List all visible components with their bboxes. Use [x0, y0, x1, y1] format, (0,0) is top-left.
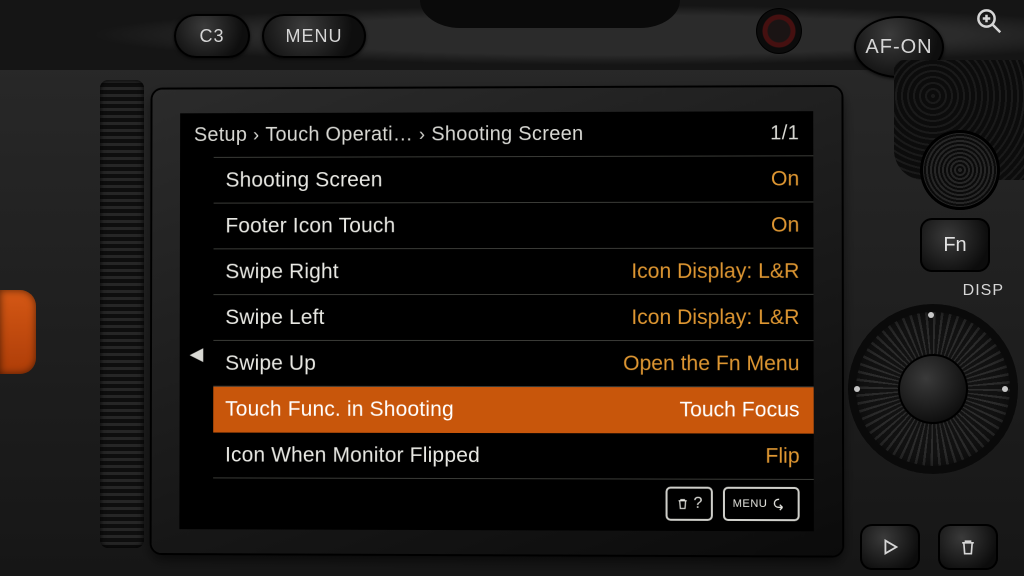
- trash-icon: [675, 496, 689, 512]
- breadcrumb-root[interactable]: Setup: [194, 124, 247, 147]
- playback-button[interactable]: [860, 524, 920, 570]
- chevron-right-icon: ›: [253, 124, 259, 145]
- menu-item-swipe-right[interactable]: Swipe Right Icon Display: L&R: [213, 249, 813, 295]
- c3-button[interactable]: C3: [174, 14, 250, 58]
- back-menu-label: MENU: [733, 498, 768, 510]
- lcd-bezel: Setup › Touch Operati… › Shooting Screen…: [152, 87, 843, 556]
- breadcrumb: Setup › Touch Operati… › Shooting Screen…: [180, 111, 813, 157]
- menu-item-label: Icon When Monitor Flipped: [225, 443, 480, 468]
- menu-item-label: Swipe Left: [225, 306, 324, 330]
- back-button[interactable]: MENU: [723, 487, 800, 521]
- menu-item-label: Touch Func. in Shooting: [225, 397, 454, 421]
- help-label: ?: [693, 495, 702, 513]
- lcd-screen[interactable]: Setup › Touch Operati… › Shooting Screen…: [179, 111, 814, 531]
- c3-label: C3: [199, 26, 224, 47]
- af-on-label: AF-ON: [865, 36, 932, 59]
- menu-item-footer-icon-touch[interactable]: Footer Icon Touch On: [214, 202, 814, 249]
- wheel-up-dot-icon: [928, 312, 934, 318]
- menu-item-label: Shooting Screen: [226, 168, 383, 192]
- menu-item-value: Touch Focus: [679, 398, 799, 422]
- delete-button[interactable]: [938, 524, 998, 570]
- lcd-hinge: [100, 80, 144, 548]
- menu-item-label: Footer Icon Touch: [225, 214, 395, 238]
- magnify-icon: [974, 6, 1004, 36]
- help-button[interactable]: ?: [665, 487, 712, 521]
- footer-hints: ? MENU: [665, 487, 799, 522]
- menu-item-icon-when-monitor-flipped[interactable]: Icon When Monitor Flipped Flip: [213, 433, 814, 480]
- disp-label: DISP: [963, 282, 1004, 300]
- menu-item-shooting-screen[interactable]: Shooting Screen On: [214, 156, 814, 203]
- page-indicator: 1/1: [770, 122, 799, 145]
- chevron-right-icon: ›: [419, 124, 425, 145]
- breadcrumb-leaf: Shooting Screen: [431, 122, 583, 145]
- breadcrumb-mid[interactable]: Touch Operati…: [265, 123, 413, 146]
- screen-release-latch[interactable]: [0, 290, 36, 374]
- menu-button[interactable]: MENU: [262, 14, 366, 58]
- menu-item-value: Flip: [765, 444, 799, 468]
- fn-button[interactable]: Fn: [920, 218, 990, 272]
- multi-selector-joystick[interactable]: [920, 130, 1000, 210]
- menu-item-swipe-up[interactable]: Swipe Up Open the Fn Menu: [213, 341, 813, 387]
- menu-item-swipe-left[interactable]: Swipe Left Icon Display: L&R: [213, 295, 813, 341]
- menu-item-value: Icon Display: L&R: [631, 259, 799, 283]
- menu-item-label: Swipe Right: [225, 260, 338, 284]
- control-wheel-center-button[interactable]: [898, 354, 968, 424]
- scroll-left-caret-icon[interactable]: ◀: [190, 344, 204, 365]
- menu-item-value: Icon Display: L&R: [631, 305, 799, 329]
- menu-item-touch-func-in-shooting[interactable]: Touch Func. in Shooting Touch Focus: [213, 387, 814, 434]
- viewfinder-eyecup: [420, 0, 680, 28]
- menu-list: Shooting Screen On Footer Icon Touch On …: [213, 155, 814, 480]
- back-arrow-icon: [771, 496, 789, 512]
- menu-item-value: On: [771, 167, 799, 191]
- fn-button-label: Fn: [943, 234, 966, 257]
- menu-button-label: MENU: [286, 26, 343, 47]
- menu-item-label: Swipe Up: [225, 351, 316, 375]
- wheel-left-dot-icon: [854, 386, 860, 392]
- wheel-right-dot-icon: [1002, 386, 1008, 392]
- menu-item-value: Open the Fn Menu: [623, 352, 799, 376]
- record-button[interactable]: [756, 8, 802, 54]
- menu-item-value: On: [771, 213, 799, 237]
